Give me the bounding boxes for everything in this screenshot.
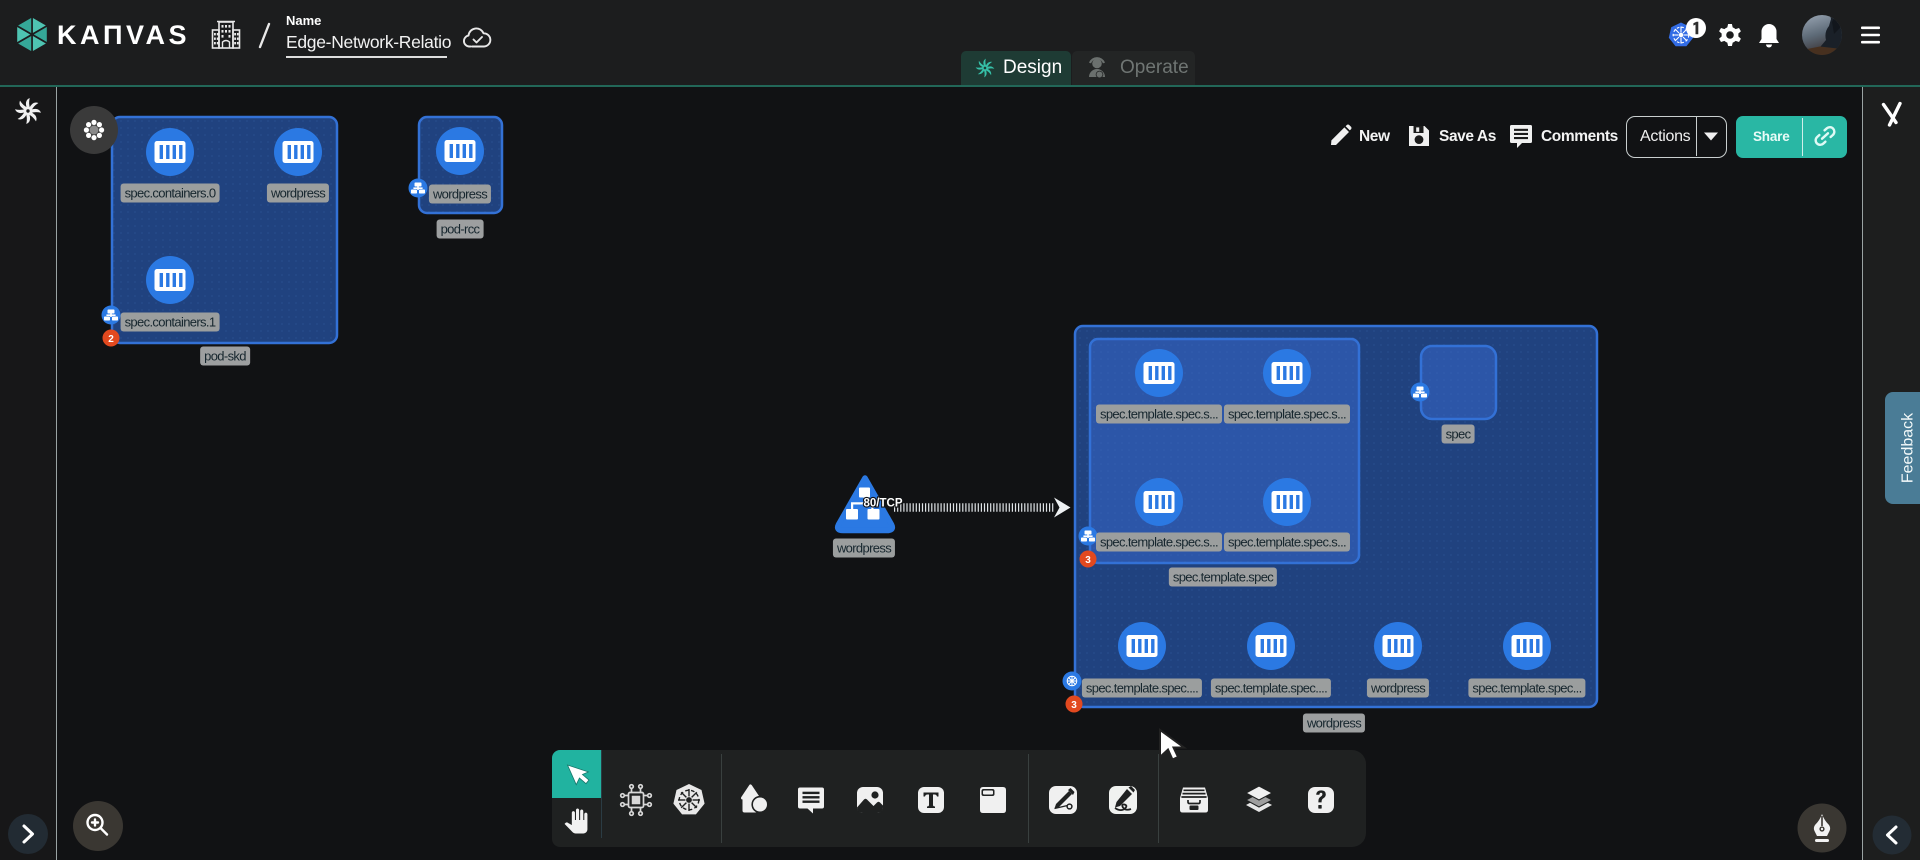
svg-text:3: 3 xyxy=(1085,555,1091,566)
svg-text:Feedback: Feedback xyxy=(1900,412,1917,483)
svg-text:80/TCP: 80/TCP xyxy=(864,498,903,510)
svg-text:3: 3 xyxy=(1071,700,1077,711)
svg-text:2: 2 xyxy=(108,334,114,345)
